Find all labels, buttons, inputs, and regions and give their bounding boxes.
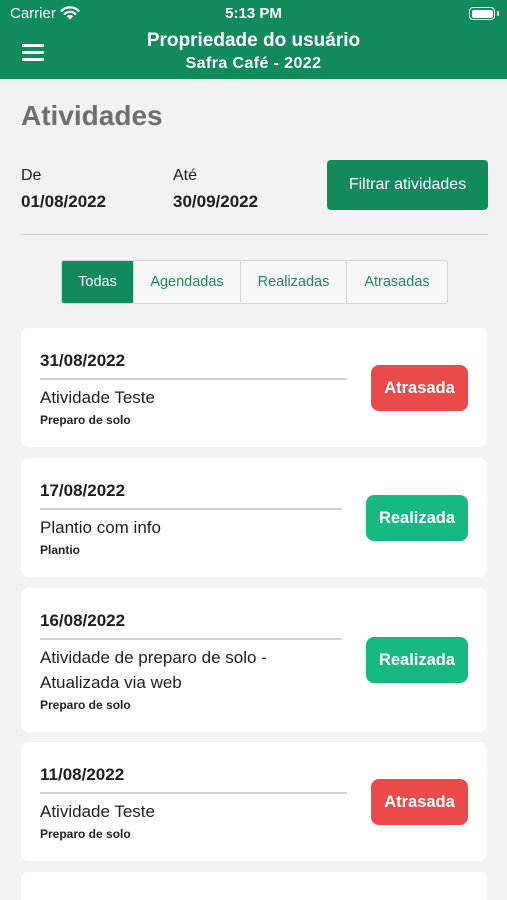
date-from[interactable]: De 01/08/2022 xyxy=(21,167,106,212)
activity-date: 17/08/2022 xyxy=(40,481,126,500)
activity-title: Atividade Teste xyxy=(40,388,155,407)
activity-date: 11/08/2022 xyxy=(40,765,125,784)
activity-date: 31/08/2022 xyxy=(40,351,126,370)
status-time: 5:13 PM xyxy=(225,5,282,22)
nav-title: Propriedade do usuário xyxy=(146,30,361,51)
filter-activities-button[interactable]: Filtrar atividades xyxy=(327,160,488,210)
activity-category: Preparo de solo xyxy=(40,698,131,712)
activity-title: Plantio com info xyxy=(40,518,161,537)
activity-title: Atividade de preparo de solo - Atualizad… xyxy=(40,648,267,692)
activity-category: Preparo de solo xyxy=(40,827,131,841)
battery-icon xyxy=(469,7,499,20)
activity-date: 16/08/2022 xyxy=(40,611,126,630)
divider xyxy=(20,234,488,235)
activity-card[interactable]: 11/08/2022 Atividade Teste Preparo de so… xyxy=(21,742,487,861)
status-bar: Carrier 5:13 PM xyxy=(0,0,507,26)
activity-divider xyxy=(40,638,342,640)
tab-atrasadas[interactable]: Atrasadas xyxy=(347,261,447,303)
date-to-value[interactable]: 30/09/2022 xyxy=(173,192,258,212)
tab-realizadas[interactable]: Realizadas xyxy=(241,261,347,303)
nav-subtitle: Safra Café - 2022 xyxy=(185,55,322,72)
tab-todas[interactable]: Todas xyxy=(62,261,134,303)
status-tabs: Todas Agendadas Realizadas Atrasadas xyxy=(61,260,448,304)
activity-divider xyxy=(40,792,347,794)
activity-card[interactable]: 31/08/2022 Atividade Teste Preparo de so… xyxy=(21,328,487,447)
date-to-label: Até xyxy=(173,167,198,184)
date-to[interactable]: Até 30/09/2022 xyxy=(173,167,258,212)
activity-divider xyxy=(40,508,342,510)
activity-title: Atividade Teste xyxy=(40,802,155,821)
tab-agendadas[interactable]: Agendadas xyxy=(134,261,241,303)
activity-card[interactable]: 17/08/2022 Plantio com info Plantio Real… xyxy=(21,458,487,577)
activity-card[interactable]: 16/08/2022 Atividade de preparo de solo … xyxy=(21,588,487,732)
activity-category: Plantio xyxy=(40,543,81,557)
navigation-bar: Propriedade do usuário Safra Café - 2022 xyxy=(0,26,507,79)
status-badge: Realizada xyxy=(366,637,468,683)
date-from-value[interactable]: 01/08/2022 xyxy=(21,192,106,212)
date-from-label: De xyxy=(21,167,42,184)
status-badge: Atrasada xyxy=(371,365,468,411)
activity-category: Preparo de solo xyxy=(40,413,131,427)
activity-card[interactable] xyxy=(21,872,487,900)
status-badge: Realizada xyxy=(366,495,468,541)
activity-divider xyxy=(40,378,347,380)
page-title: Atividades xyxy=(21,100,163,131)
status-badge: Atrasada xyxy=(371,779,468,825)
